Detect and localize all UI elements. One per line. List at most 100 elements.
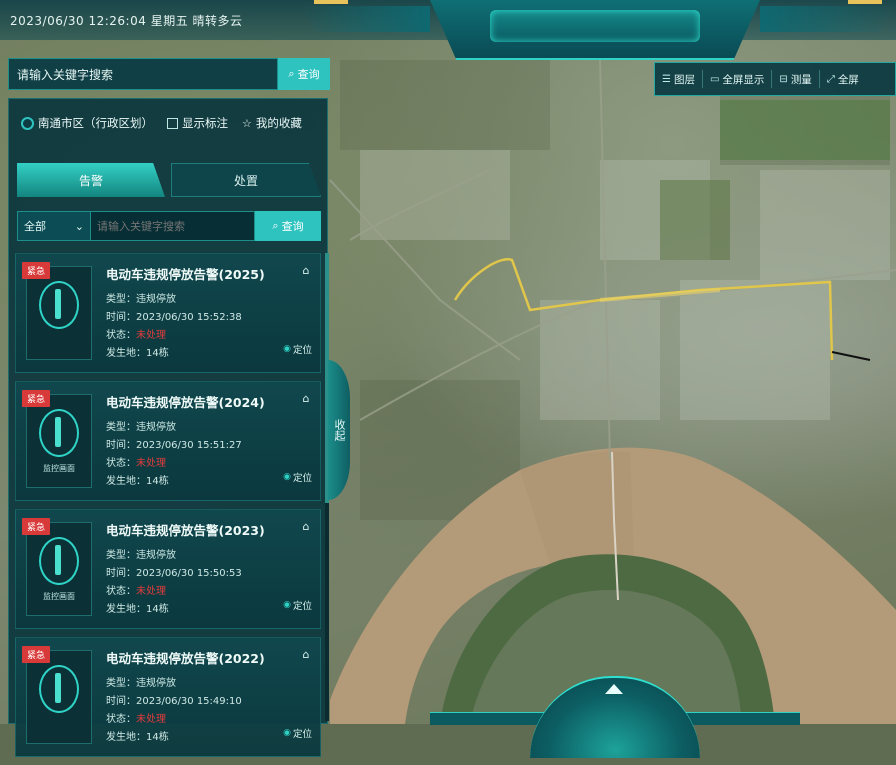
toolbar-label: 全屏: [837, 73, 859, 86]
header-right-decoration: [760, 6, 896, 32]
alarm-card[interactable]: 紧急 监控画面 电动车违规停放告警(2023) 类型：违规停放 时间：2023/…: [15, 509, 321, 629]
device-indicator: [55, 673, 61, 703]
search-icon: ⌕: [288, 67, 295, 80]
alarm-card[interactable]: 紧急 电动车违规停放告警(2025) 类型：违规停放 时间：2023/06/30…: [15, 253, 321, 373]
collapse-up-icon[interactable]: ⌂: [300, 648, 312, 661]
show-label-text: 显示标注: [182, 116, 228, 130]
top-header: 2023/06/30 12:26:04 星期五 晴转多云: [0, 0, 896, 60]
status-prefix: 状态：: [106, 330, 136, 341]
filter-options: 南通市区（行政区划） 显示标注 ☆ 我的收藏: [21, 113, 321, 133]
query-row: 全部 ⌄ ⌕ 查询: [17, 211, 321, 241]
status-prefix: 状态：: [106, 586, 136, 597]
collapse-label: 收起: [333, 419, 346, 441]
status-prefix: 状态：: [106, 714, 136, 725]
alarm-type: 类型：违规停放: [106, 294, 176, 305]
urgency-badge: 紧急: [22, 646, 51, 663]
locate-label: 定位: [292, 729, 312, 740]
alarm-time: 时间：2023/06/30 15:51:27: [106, 440, 242, 451]
query-button-label: 查询: [281, 220, 304, 233]
camera-thumbnail[interactable]: 监控画面: [26, 394, 92, 488]
urgency-badge: 紧急: [22, 390, 51, 407]
alarm-card[interactable]: 紧急 电动车违规停放告警(2022) 类型：违规停放 时间：2023/06/30…: [15, 637, 321, 757]
device-indicator: [55, 289, 61, 319]
status-value: 未处理: [136, 330, 166, 341]
pin-icon: ◉: [283, 344, 291, 354]
locate-button[interactable]: ◉ 定位: [283, 726, 312, 740]
tab-alarm[interactable]: 告警: [17, 163, 165, 197]
checkbox-icon: [167, 117, 178, 129]
status-prefix: 状态：: [106, 458, 136, 469]
keyword-input[interactable]: [91, 211, 255, 241]
collapse-up-icon[interactable]: ⌂: [300, 520, 312, 533]
camera-thumbnail[interactable]: 监控画面: [26, 522, 92, 616]
header-datetime: 2023/06/30 12:26:04 星期五 晴转多云: [10, 14, 243, 28]
type-select[interactable]: 全部 ⌄: [17, 211, 91, 241]
alarm-place: 发生地：14栋: [106, 604, 169, 615]
status-value: 未处理: [136, 586, 166, 597]
search-icon: ⌕: [272, 219, 279, 232]
toolbar-label: 图层: [673, 73, 695, 86]
panel-tabs: 告警 处置: [17, 163, 321, 197]
query-button[interactable]: ⌕ 查询: [255, 211, 321, 241]
toolbar-measure-button[interactable]: ⊟ 测量: [772, 70, 820, 88]
alarm-time: 时间：2023/06/30 15:49:10: [106, 696, 242, 707]
locate-button[interactable]: ◉ 定位: [283, 598, 312, 612]
search-button-label: 查询: [297, 68, 320, 81]
alarm-status: 状态：未处理: [106, 454, 166, 469]
show-label-checkbox[interactable]: 显示标注: [167, 115, 228, 131]
alarm-time: 时间：2023/06/30 15:52:38: [106, 312, 242, 323]
toolbar-label: 全屏显示: [722, 73, 765, 86]
panel-collapse-handle[interactable]: 收起: [328, 360, 350, 500]
monitor-icon: ▭: [709, 73, 720, 85]
collapse-up-icon[interactable]: ⌂: [300, 264, 312, 277]
alarm-card[interactable]: 紧急 监控画面 电动车违规停放告警(2024) 类型：违规停放 时间：2023/…: [15, 381, 321, 501]
star-icon: ☆: [242, 116, 252, 130]
region-radio-label: 南通市区（行政区划）: [38, 116, 153, 130]
expand-up-icon: [605, 684, 623, 694]
gold-accent-left: [314, 0, 348, 4]
radio-icon: [21, 116, 34, 130]
alarm-place: 发生地：14栋: [106, 476, 169, 487]
collapse-up-icon[interactable]: ⌂: [300, 392, 312, 405]
device-indicator: [55, 417, 61, 447]
map-toolbar: ☰ 图层 ▭ 全屏显示 ⊟ 测量 ⤢ 全屏: [654, 62, 896, 96]
alarm-type: 类型：违规停放: [106, 422, 176, 433]
favorites-label: 我的收藏: [255, 116, 302, 130]
tab-handled[interactable]: 处置: [171, 163, 321, 197]
header-left-decoration: [300, 6, 430, 32]
status-value: 未处理: [136, 458, 166, 469]
toolbar-display-button[interactable]: ▭ 全屏显示: [703, 70, 773, 88]
chevron-down-icon: ⌄: [74, 219, 84, 233]
alarm-status: 状态：未处理: [106, 326, 166, 341]
pin-icon: ◉: [283, 600, 291, 610]
thumbnail-label: 监控画面: [43, 464, 75, 473]
header-center-frame: [430, 0, 760, 60]
alarm-time: 时间：2023/06/30 15:50:53: [106, 568, 242, 579]
favorites-toggle[interactable]: ☆ 我的收藏: [242, 115, 302, 131]
alarm-place: 发生地：14栋: [106, 732, 169, 743]
gold-accent-right: [848, 0, 882, 4]
search-input[interactable]: [8, 58, 278, 90]
search-button[interactable]: ⌕ 查询: [278, 58, 330, 90]
toolbar-layers-button[interactable]: ☰ 图层: [655, 70, 703, 88]
alarm-title: 电动车违规停放告警(2025): [106, 267, 265, 282]
alarm-panel: 南通市区（行政区划） 显示标注 ☆ 我的收藏 告警 处置 全部 ⌄ ⌕ 查询 紧…: [8, 98, 329, 757]
urgency-badge: 紧急: [22, 518, 51, 535]
status-value: 未处理: [136, 714, 166, 725]
alarm-status: 状态：未处理: [106, 710, 166, 725]
alarm-list: 紧急 电动车违规停放告警(2025) 类型：违规停放 时间：2023/06/30…: [15, 253, 321, 765]
toolbar-fullscreen-button[interactable]: ⤢ 全屏: [820, 70, 866, 88]
pin-icon: ◉: [283, 472, 291, 482]
camera-thumbnail[interactable]: [26, 266, 92, 360]
region-radio[interactable]: 南通市区（行政区划）: [21, 115, 153, 131]
locate-button[interactable]: ◉ 定位: [283, 342, 312, 356]
locate-label: 定位: [292, 601, 312, 612]
camera-thumbnail[interactable]: [26, 650, 92, 744]
alarm-place: 发生地：14栋: [106, 348, 169, 359]
urgency-badge: 紧急: [22, 262, 51, 279]
locate-button[interactable]: ◉ 定位: [283, 470, 312, 484]
toolbar-label: 测量: [790, 73, 812, 86]
alarm-title: 电动车违规停放告警(2024): [106, 395, 265, 410]
pin-icon: ◉: [283, 728, 291, 738]
thumbnail-label: 监控画面: [43, 592, 75, 601]
